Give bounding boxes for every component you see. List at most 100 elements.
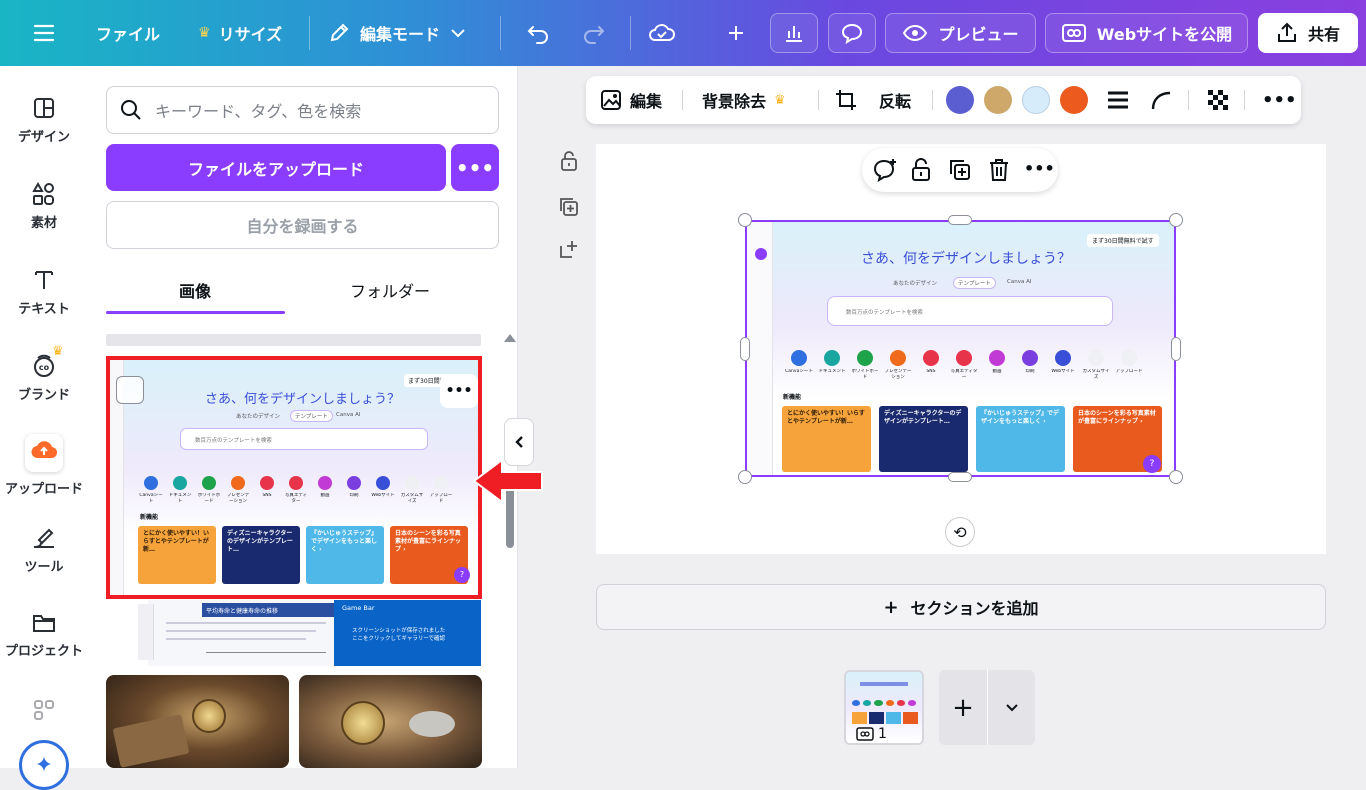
color-swatch-3[interactable] [1022, 86, 1050, 114]
duplicate-page-icon[interactable] [558, 196, 580, 218]
resize-handle-br[interactable] [1169, 470, 1183, 484]
share-icon [1277, 22, 1296, 42]
lock-icon[interactable] [910, 158, 932, 182]
mock-category-icon [347, 476, 361, 490]
upload-files-button[interactable]: ファイルをアップロード [106, 144, 446, 191]
nav-design[interactable]: デザイン [0, 96, 88, 145]
resize-handle-left[interactable] [740, 337, 750, 361]
border-style-icon[interactable] [1106, 76, 1130, 124]
mock-category-icon [824, 350, 840, 366]
nav-elements[interactable]: 素材 [0, 182, 88, 231]
upload-panel: キーワード、タグ、色を検索 ファイルをアップロード ••• 自分を録画する 画像… [88, 66, 518, 768]
resize-handle-top[interactable] [948, 215, 972, 225]
chevron-left-icon [515, 436, 523, 448]
corner-rounding-icon[interactable] [1150, 76, 1174, 124]
publish-website-button[interactable]: Webサイトを公開 [1045, 13, 1248, 53]
resize-handle-right[interactable] [1171, 337, 1181, 361]
search-input[interactable]: キーワード、タグ、色を検索 [106, 86, 499, 134]
color-swatch-4[interactable] [1060, 86, 1088, 114]
cloud-saved-icon[interactable] [642, 13, 682, 53]
mock-category-label: Canvaシート [785, 369, 813, 374]
uploaded-image-selected[interactable]: さあ、何をデザインしましょう？ まず30日間無料で試す あなたのデザイン テンプ… [106, 356, 482, 599]
transparency-icon[interactable] [1206, 76, 1230, 124]
uploaded-image-gamebar[interactable]: 平均寿命と健康寿命の推移 Game Bar スクリーンショットが保存されました … [106, 600, 481, 666]
scrollbar[interactable] [504, 334, 516, 764]
insights-button[interactable] [770, 13, 818, 53]
canvas-mock-headline: さあ、何をデザインしましょう？ [861, 251, 1071, 267]
mock-category-icon [1055, 350, 1071, 366]
apps-icon [34, 700, 54, 720]
lock-page-icon[interactable] [558, 150, 580, 172]
file-menu[interactable]: ファイル [96, 13, 160, 53]
more-options-button[interactable]: ••• [451, 144, 499, 191]
edit-mode-dropdown[interactable]: 編集モード [328, 13, 466, 53]
nav-projects[interactable]: プロジェクト [0, 612, 88, 659]
nav-apps[interactable] [0, 698, 88, 728]
mock-category-label: SNS [926, 369, 936, 374]
canvas-image-selected[interactable]: さあ、何をデザインしましょう？ まず30日間無料で試す あなたのデザイン テンプ… [745, 220, 1176, 477]
select-checkbox[interactable] [116, 376, 144, 404]
plus-icon: + [883, 596, 899, 618]
add-collaborator-button[interactable] [712, 13, 760, 53]
comment-button[interactable] [828, 13, 876, 53]
page-number: 1 [878, 726, 887, 742]
bg-remove-label: 背景除去 [702, 92, 767, 111]
collapse-panel-button[interactable] [504, 418, 534, 466]
redo-icon[interactable] [576, 13, 612, 53]
resize-handle-tl[interactable] [738, 213, 752, 227]
comment-add-icon[interactable] [872, 158, 898, 182]
mock-category-label: プレゼンテーション [884, 369, 912, 380]
flip-button[interactable]: 反転 [879, 76, 911, 124]
magic-button[interactable]: ✦ [19, 740, 69, 790]
add-page-icon[interactable] [558, 238, 580, 260]
resize-handle-tr[interactable] [1169, 213, 1183, 227]
nav-upload-label: アップロード [4, 482, 83, 497]
mock-category-icon [318, 476, 332, 490]
menu-icon[interactable] [24, 13, 64, 53]
photo-compass-book[interactable] [106, 675, 289, 768]
undo-icon[interactable] [520, 13, 556, 53]
color-swatch-1[interactable] [946, 86, 974, 114]
mock-category-icon [989, 350, 1005, 366]
mock-feature-card: とにかく使いやすい！いらすとやテンプレートが新… [138, 526, 216, 584]
crop-icon[interactable] [834, 76, 858, 124]
share-button[interactable]: 共有 [1258, 13, 1358, 53]
mock-category-label: アップロード [429, 493, 453, 504]
mock-feature-card: ディズニーキャラクターのデザインがテンプレート… [879, 406, 968, 472]
nav-elements-label: 素材 [30, 216, 57, 231]
resize-label: リサイズ [218, 25, 283, 44]
photo-compass-hands[interactable] [299, 675, 482, 768]
preview-button[interactable]: プレビュー [885, 13, 1036, 53]
add-section-button[interactable]: + セクションを追加 [596, 584, 1326, 630]
duplicate-icon[interactable] [948, 158, 972, 182]
mock-category-label: 印刷 [349, 493, 359, 498]
record-yourself-button[interactable]: 自分を録画する [106, 201, 499, 249]
website-icon [856, 727, 874, 741]
mock-category-label: 写真エディター [950, 369, 978, 380]
mock-category-icon [289, 476, 303, 490]
canva-home-screenshot: さあ、何をデザインしましょう？ まず30日間無料で試す あなたのデザイン テンプ… [110, 360, 478, 595]
rotate-icon[interactable]: ⟲ [945, 517, 975, 547]
more-icon[interactable]: ••• [1024, 159, 1055, 178]
more-icon[interactable]: ••• [1262, 76, 1297, 124]
resize-handle-bottom[interactable] [948, 472, 972, 482]
nav-tools[interactable]: ツール [0, 526, 88, 575]
mock-category-label: ドキュメント [168, 493, 192, 504]
trash-icon[interactable] [988, 158, 1010, 182]
nav-upload[interactable]: アップロード [0, 434, 88, 497]
image-toolbar: 編集 背景除去 ♛ 反転 ••• [586, 76, 1301, 124]
thumbnail-more-button[interactable]: ••• [440, 374, 478, 408]
color-swatch-2[interactable] [984, 86, 1012, 114]
resize-button[interactable]: ♛ リサイズ [198, 13, 282, 53]
tab-images[interactable]: 画像 [179, 278, 211, 302]
nav-text[interactable]: テキスト [0, 268, 88, 317]
add-page-button[interactable]: + [939, 670, 987, 745]
nav-brand[interactable]: ♛ co ブランド [0, 344, 88, 403]
nav-design-label: デザイン [17, 130, 70, 145]
bg-remover-button[interactable]: 背景除去 ♛ [702, 76, 786, 124]
page-thumbnail[interactable]: 1 [844, 670, 924, 745]
resize-handle-bl[interactable] [738, 470, 752, 484]
chevron-down-icon[interactable] [988, 670, 1035, 745]
tab-folders[interactable]: フォルダー [350, 278, 430, 302]
edit-image-button[interactable]: 編集 [600, 76, 662, 124]
